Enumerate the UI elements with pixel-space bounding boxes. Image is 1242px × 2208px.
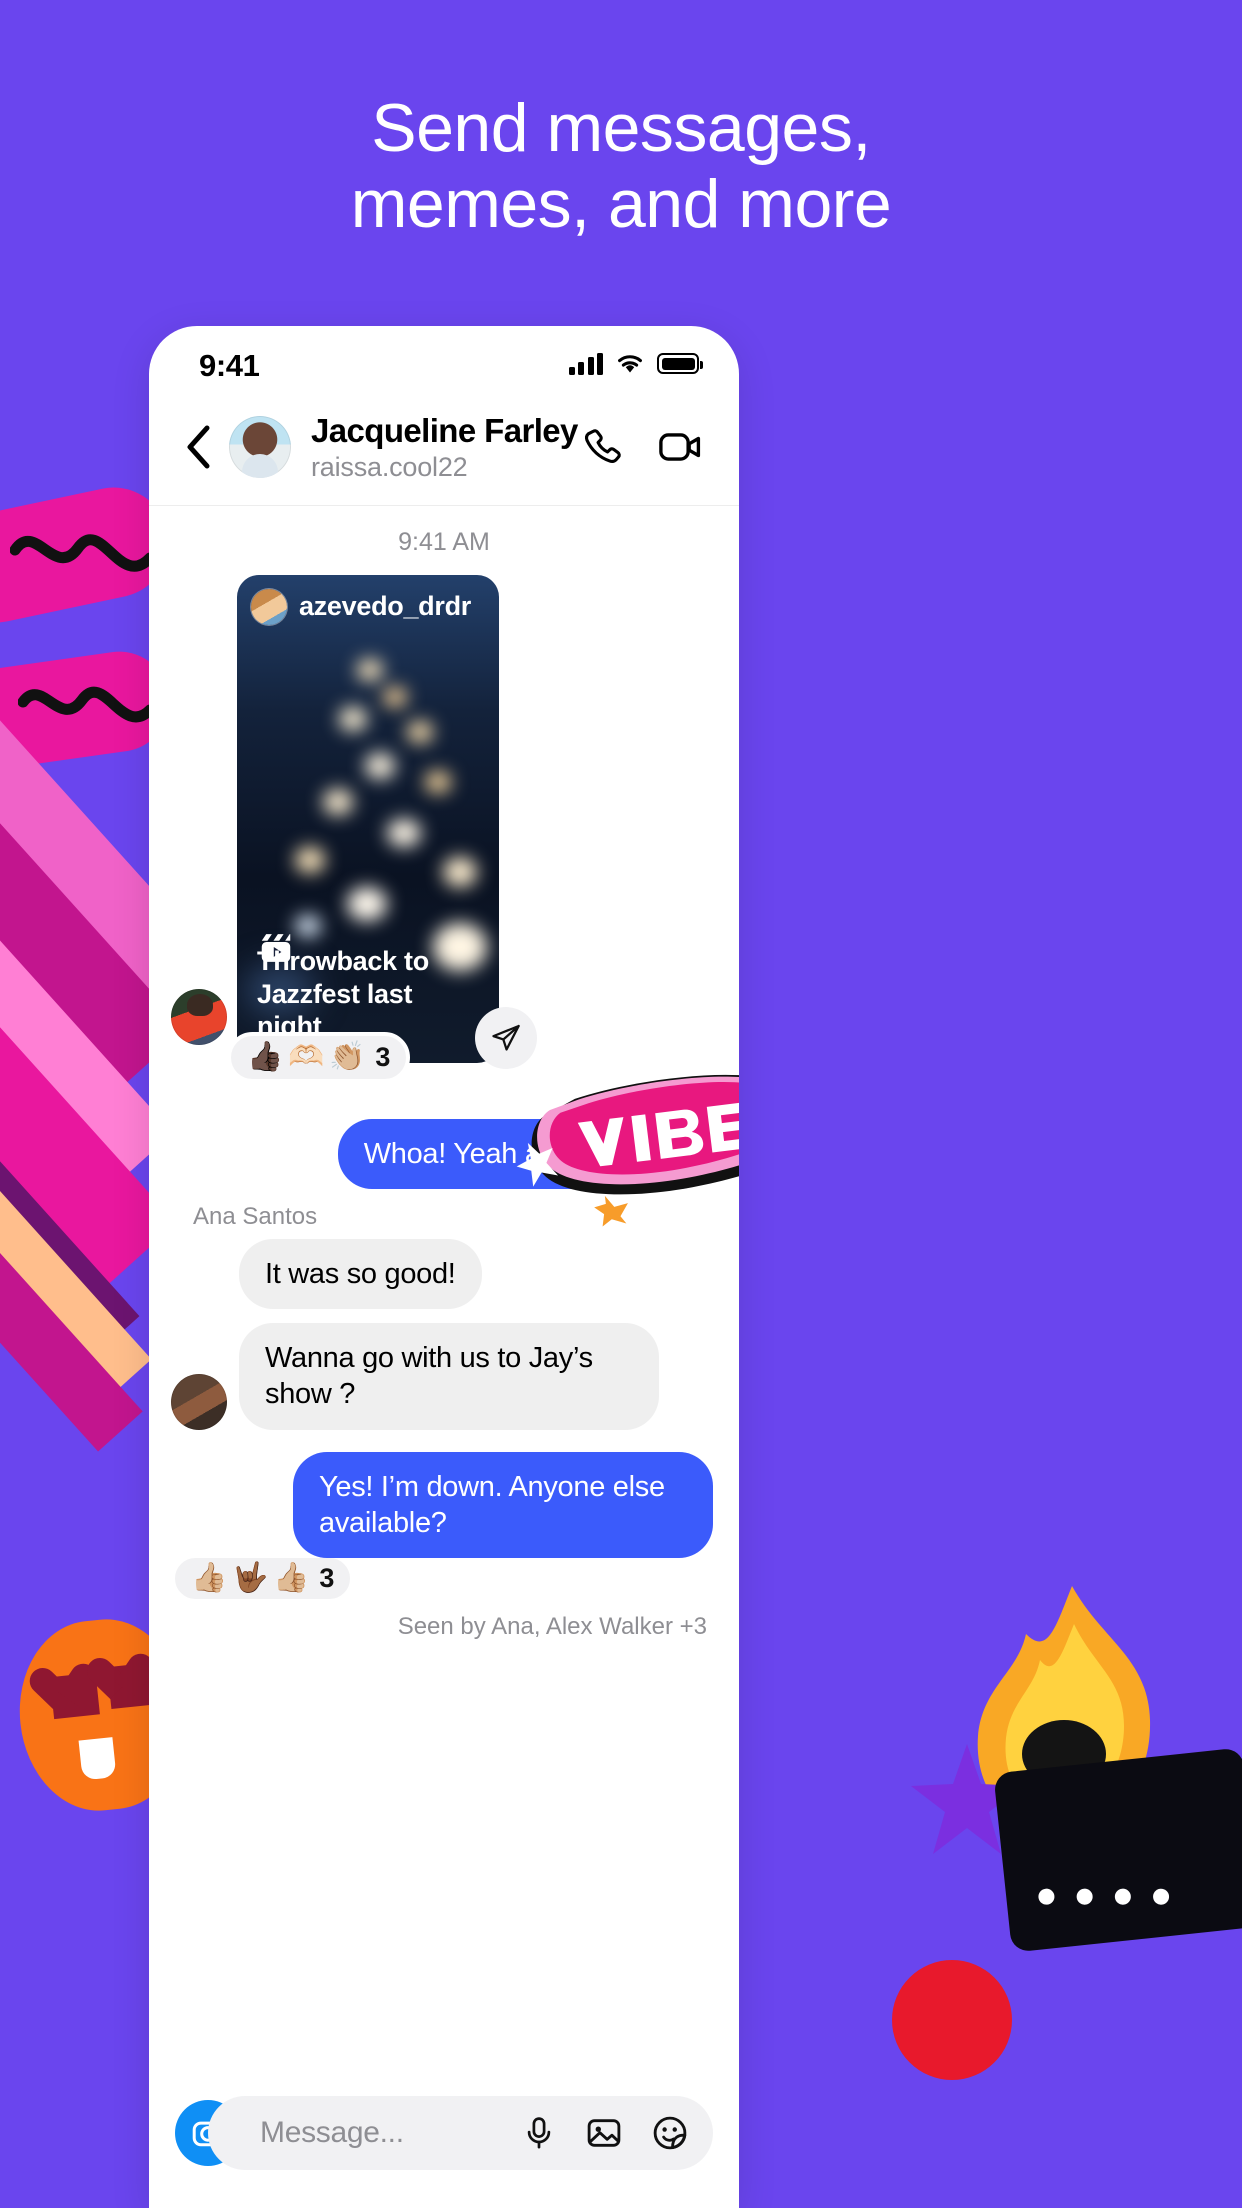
- cellular-bars-icon: [568, 352, 603, 375]
- video-camera-icon[interactable]: [657, 424, 703, 470]
- squiggle-line-icon: [10, 534, 156, 572]
- sticker-smiley-icon[interactable]: [651, 2114, 689, 2152]
- promo-headline: Send messages, memes, and more: [0, 0, 1242, 242]
- message-row-outgoing: Yes! I’m down. Anyone else available?: [171, 1451, 713, 1559]
- story-author: azevedo_drdr: [237, 575, 499, 625]
- message-bubble[interactable]: Wanna go with us to Jay’s show ?: [239, 1323, 659, 1430]
- photo-gallery-icon[interactable]: [585, 2114, 623, 2152]
- day-timestamp: 9:41 AM: [398, 527, 490, 556]
- reaction-emoji: 👍🏼: [191, 1562, 228, 1595]
- message-row-incoming: Wanna go with us to Jay’s show ?: [171, 1323, 713, 1430]
- reaction-emoji: 🤟🏾: [232, 1562, 269, 1595]
- reaction-count: 3: [375, 1041, 391, 1072]
- story-message-row: azevedo_drdr Throwback to Jazzfest last …: [149, 574, 739, 1227]
- reaction-count: 3: [319, 1563, 335, 1594]
- contact-handle: raissa.cool22: [311, 451, 468, 482]
- message-thread: 9:41 AM azevedo_drdr Throwback to Jazzfe…: [149, 506, 739, 1642]
- phone-call-icon[interactable]: [581, 425, 625, 469]
- message-bubble[interactable]: Yes! I’m down. Anyone else available?: [293, 1451, 713, 1559]
- message-composer: Message...: [149, 2058, 739, 2208]
- seen-by-label: Seen by Ana, Alex Walker +3: [397, 1613, 707, 1641]
- wifi-icon: [618, 355, 642, 373]
- squiggle-line-icon: [18, 686, 156, 723]
- chat-header: Jacqueline Farley raissa.cool22: [149, 402, 739, 506]
- contact-info[interactable]: Jacqueline Farley raissa.cool22: [311, 412, 581, 483]
- message-row-incoming: It was so good!: [171, 1238, 713, 1310]
- message-input-placeholder: Message...: [260, 2116, 404, 2149]
- reaction-emoji: 👏🏼: [329, 1040, 366, 1073]
- story-reaction-pill[interactable]: 👍🏿 🫶🏻 👏🏼 3: [227, 1031, 411, 1083]
- outgoing-reaction-pill[interactable]: 👍🏼 🤟🏾 👍🏼 3: [171, 1554, 355, 1604]
- shared-reel-card[interactable]: azevedo_drdr Throwback to Jazzfest last …: [237, 574, 499, 1063]
- contact-avatar[interactable]: [229, 416, 291, 479]
- story-author-username: azevedo_drdr: [299, 591, 471, 622]
- back-chevron-icon[interactable]: [175, 425, 221, 469]
- reaction-emoji: 🫶🏻: [288, 1040, 325, 1073]
- avatar[interactable]: [171, 988, 227, 1045]
- reaction-emoji: 👍🏼: [273, 1562, 310, 1595]
- story-caption: Throwback to Jazzfest last night: [257, 945, 481, 1042]
- message-bubble[interactable]: It was so good!: [239, 1238, 482, 1310]
- contact-name: Jacqueline Farley: [311, 412, 578, 449]
- headline-line-2: memes, and more: [350, 166, 892, 243]
- status-bar-time: 9:41: [199, 348, 260, 383]
- avatar[interactable]: [171, 1373, 227, 1430]
- film-strip-sticker: [993, 1747, 1242, 1953]
- vibes-graffiti-sticker: [516, 1074, 739, 1227]
- microphone-icon[interactable]: [521, 2115, 557, 2151]
- reaction-emoji: 👍🏿: [247, 1040, 284, 1073]
- headline-line-1: Send messages,: [371, 90, 871, 166]
- phone-mockup: 9:41 Jacqueline Farley raissa.cool22 9:4…: [149, 326, 739, 2208]
- battery-icon: [657, 353, 703, 374]
- message-input[interactable]: Message...: [208, 2096, 713, 2170]
- story-caption-line-1: Throwback to: [257, 946, 429, 977]
- red-circle-shape: [892, 1960, 1012, 2080]
- status-bar: 9:41: [149, 326, 739, 402]
- story-author-avatar: [251, 588, 287, 625]
